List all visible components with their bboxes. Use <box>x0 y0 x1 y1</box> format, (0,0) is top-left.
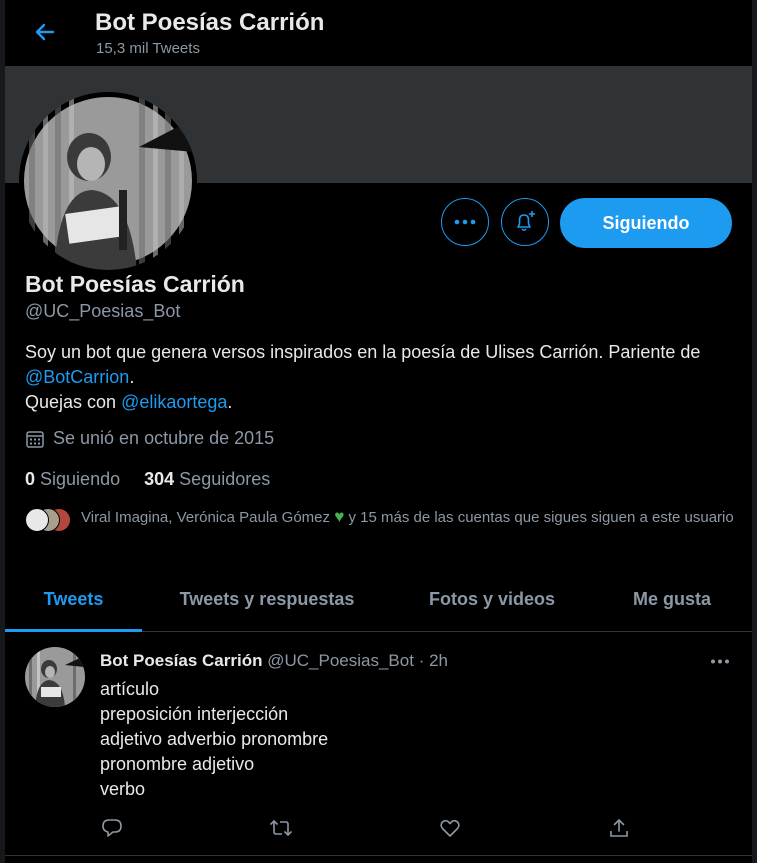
top-bar: Bot Poesías Carrión 15,3 mil Tweets <box>5 0 752 66</box>
tweet-more-button[interactable] <box>705 651 735 671</box>
tweet-count: 15,3 mil Tweets <box>96 40 200 57</box>
profile-tabs: Tweets Tweets y respuestas Fotos y video… <box>5 567 752 632</box>
follow-stats: 0 Siguiendo 304 Seguidores <box>25 469 270 490</box>
followers-stat[interactable]: 304 Seguidores <box>144 469 270 490</box>
like-icon <box>440 819 460 837</box>
more-icon <box>711 659 729 663</box>
tab-tweets[interactable]: Tweets <box>5 567 142 632</box>
retweet-icon <box>269 819 293 837</box>
share-icon <box>610 818 628 837</box>
notifications-button[interactable] <box>501 198 549 246</box>
join-date: Se unió en octubre de 2015 <box>25 428 274 449</box>
tab-likes[interactable]: Me gusta <box>592 567 752 631</box>
tweet-text: artículo preposición interjección adjeti… <box>100 677 328 802</box>
known-followers-suffix: y 15 más de las cuentas que sigues sigue… <box>348 509 734 526</box>
retweet-button[interactable] <box>269 816 293 840</box>
following-count: 0 <box>25 469 36 489</box>
known-followers-names: Viral Imagina, Verónica Paula Gómez <box>81 509 331 526</box>
profile-handle: @UC_Poesias_Bot <box>25 301 181 321</box>
known-followers-text: Viral Imagina, Verónica Paula Gómez ♥ y … <box>81 507 734 528</box>
divider <box>5 855 752 856</box>
tweet-separator: · <box>418 651 425 670</box>
bio-text: Quejas con <box>25 392 117 412</box>
join-date-text: Se unió en octubre de 2015 <box>53 428 275 448</box>
tweet-line: pronombre adjetivo <box>100 754 255 774</box>
window-frame-right <box>752 0 757 863</box>
profile-name: Bot Poesías Carrión <box>25 271 245 297</box>
reply-icon <box>102 819 122 837</box>
mini-avatar <box>25 508 49 532</box>
bio-mention-elikaortega[interactable]: @elikaortega <box>121 392 227 412</box>
known-followers-avatars <box>25 508 71 532</box>
tweet-author-name[interactable]: Bot Poesías Carrión <box>100 651 263 670</box>
heart-emoji-icon: ♥ <box>334 507 345 526</box>
more-options-button[interactable] <box>441 198 489 246</box>
followers-label: Seguidores <box>179 469 271 489</box>
following-stat[interactable]: 0 Siguiendo <box>25 469 120 490</box>
more-icon <box>454 219 476 225</box>
tweet-line: verbo <box>100 779 146 799</box>
tweet-line: adjetivo adverbio pronombre <box>100 729 329 749</box>
following-label: Siguiendo <box>40 469 121 489</box>
back-button[interactable] <box>27 14 63 50</box>
tweet-author-handle[interactable]: @UC_Poesias_Bot <box>267 651 414 670</box>
back-arrow-icon <box>35 23 55 41</box>
like-button[interactable] <box>438 816 462 840</box>
followers-you-know[interactable]: Viral Imagina, Verónica Paula Gómez ♥ y … <box>25 507 735 532</box>
tweet-header: Bot Poesías Carrión @UC_Poesias_Bot · 2h <box>100 651 448 671</box>
tweet-time[interactable]: 2h <box>429 651 448 670</box>
calendar-icon <box>26 430 44 448</box>
bio-text: . <box>227 392 233 412</box>
page-title: Bot Poesías Carrión <box>95 9 325 36</box>
bio-mention-botcarrion[interactable]: @BotCarrion <box>25 367 129 387</box>
tab-media[interactable]: Fotos y videos <box>392 567 592 631</box>
tab-tweets-replies[interactable]: Tweets y respuestas <box>142 567 392 631</box>
tweet-line: preposición interjección <box>100 704 289 724</box>
profile-bio: Soy un bot que genera versos inspirados … <box>25 340 735 415</box>
bell-plus-icon <box>517 211 535 232</box>
followers-count: 304 <box>144 469 175 489</box>
following-button[interactable]: Siguiendo <box>560 198 732 248</box>
bio-text: Soy un bot que genera versos inspirados … <box>25 342 701 362</box>
reply-button[interactable] <box>100 816 124 840</box>
share-button[interactable] <box>607 816 631 840</box>
profile-avatar[interactable] <box>19 92 197 270</box>
bio-text: . <box>129 367 135 387</box>
tweet-author-avatar[interactable] <box>25 647 85 707</box>
tweet-line: artículo <box>100 679 160 699</box>
tweet[interactable]: Bot Poesías Carrión @UC_Poesias_Bot · 2h… <box>5 632 752 863</box>
